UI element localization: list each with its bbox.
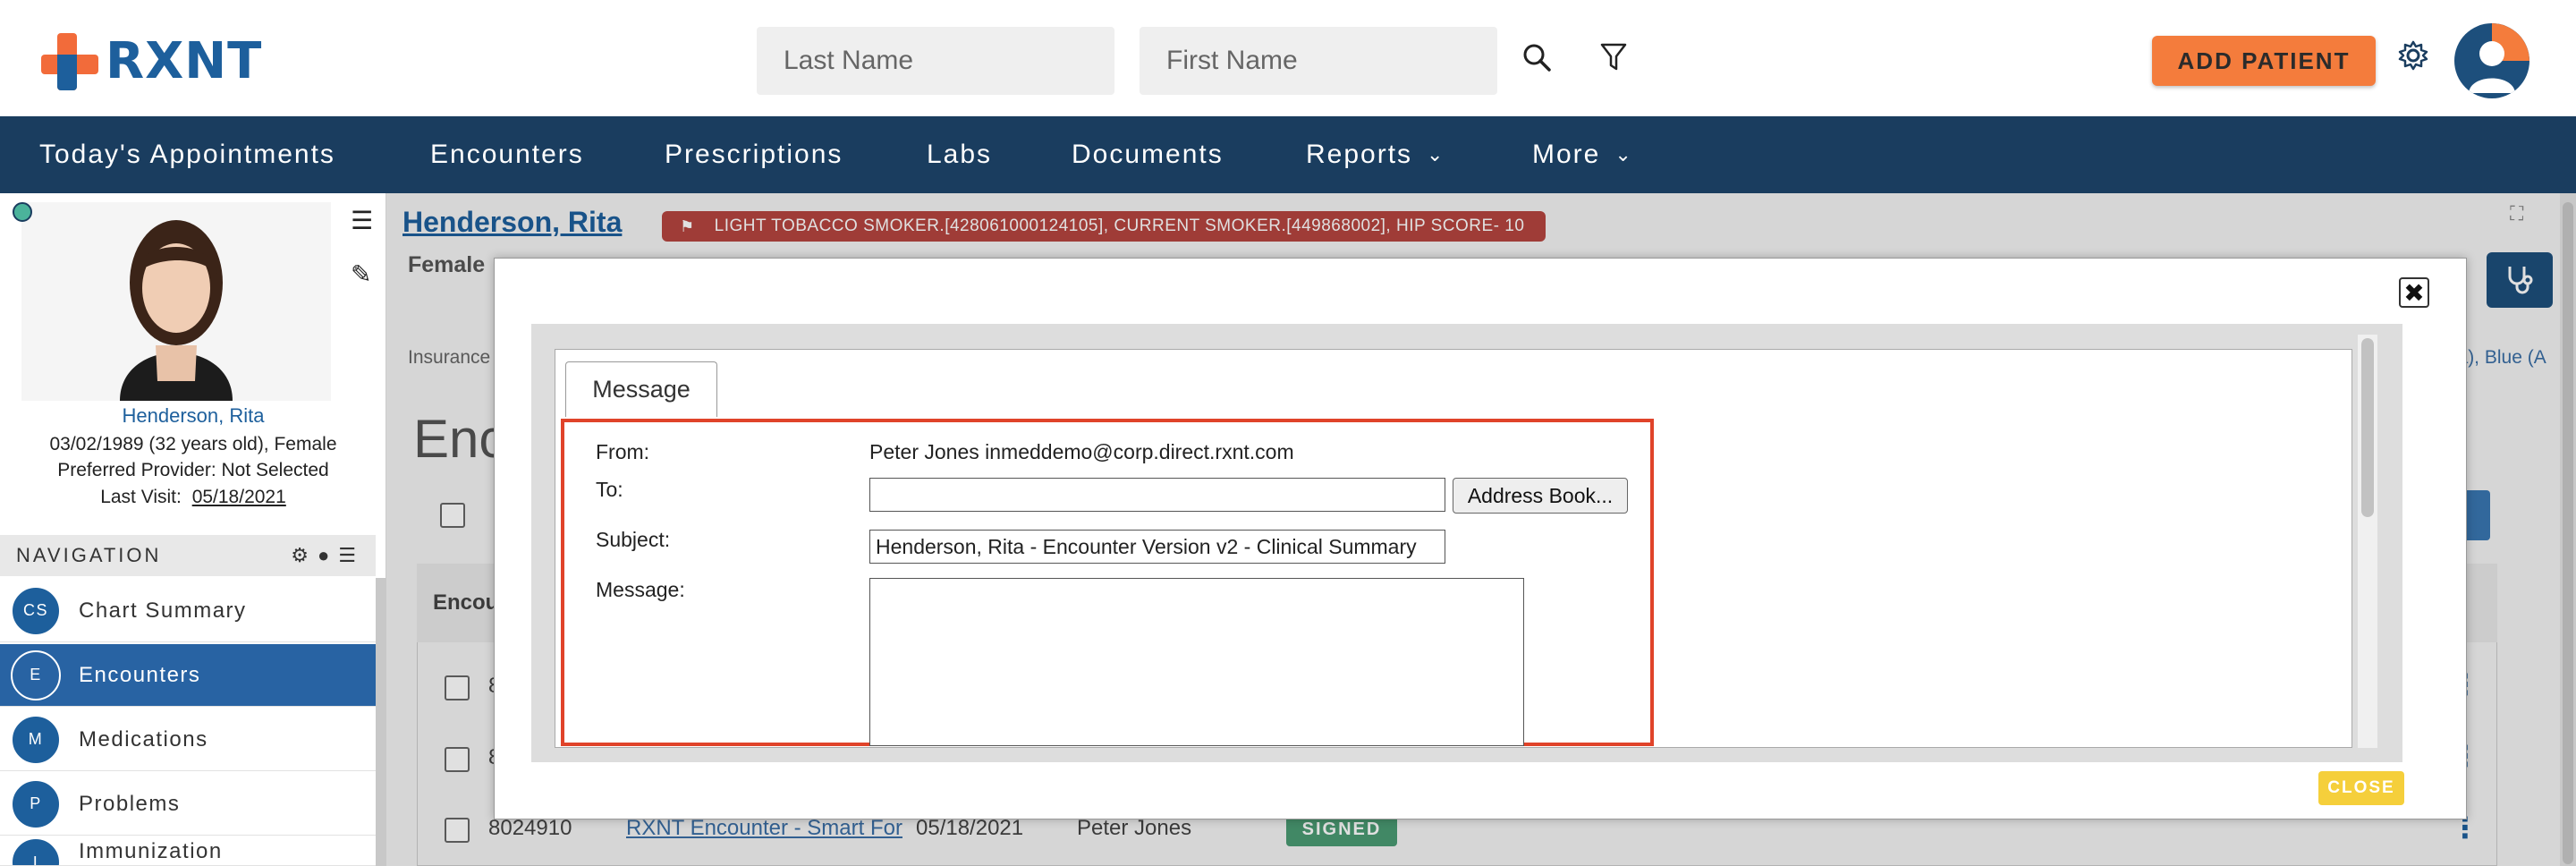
message-label: Message: [596,578,685,601]
list-icon[interactable]: ☰ [351,206,373,235]
nav-label: More [1532,140,1601,169]
sidebar-item-encounters[interactable]: E Encounters [0,644,376,707]
nav-badge: E [11,650,61,700]
nav-reports[interactable]: Reports ⌄ [1306,116,1445,193]
navigation-heading: NAVIGATION ⚙●☰ [0,535,376,576]
sidebar-item-label: Chart Summary [79,598,247,623]
tab-message[interactable]: Message [565,361,717,417]
sidebar-scrollbar[interactable] [376,578,386,866]
nav-badge: P [11,778,61,829]
message-textarea[interactable] [869,578,1524,746]
top-header: RXNT Last Name First Name ADD PATIENT [0,0,2576,116]
close-icon[interactable]: ✖ [2399,277,2429,308]
nav-badge: CS [11,585,61,636]
user-avatar[interactable] [2454,23,2529,98]
logo-text: RXNT [106,32,263,90]
patient-dob: 03/02/1989 (32 years old), Female [49,434,337,454]
to-field[interactable] [869,478,1445,512]
close-button[interactable]: CLOSE [2318,771,2404,805]
search-icon[interactable] [1517,38,1556,77]
address-book-button[interactable]: Address Book... [1453,478,1628,514]
nav-todays-appointments[interactable]: Today's Appointments [39,116,335,193]
filter-icon[interactable] [1594,38,1633,77]
nav-label: Documents [1072,140,1224,169]
nav-encounters[interactable]: Encounters [430,116,584,193]
nav-prescriptions[interactable]: Prescriptions [665,116,843,193]
edit-icon[interactable]: ✎ [351,259,371,289]
nav-label: Labs [927,140,993,169]
first-name-input[interactable]: First Name [1140,27,1497,95]
main-navbar: Today's Appointments Encounters Prescrip… [0,116,2576,193]
sidebar-item-label: Encounters [79,662,201,687]
sidebar-item-chart-summary[interactable]: CS Chart Summary [0,580,376,642]
chevron-down-icon: ⌄ [1427,143,1445,166]
subject-label: Subject: [596,528,671,551]
list-icon[interactable]: ☰ [338,544,365,566]
sidebar-item-label: Problems [79,791,181,816]
patient-photo [21,202,331,401]
sidebar-item-problems[interactable]: P Problems [0,773,376,836]
user-icon[interactable]: ● [318,544,338,566]
patient-name[interactable]: Henderson, Rita [0,404,386,428]
nav-labs[interactable]: Labs [927,116,992,193]
last-visit: Last Visit: 05/18/2021 [0,487,386,508]
logo-cross-icon [41,32,100,90]
last-visit-date[interactable]: 05/18/2021 [192,487,286,507]
to-label: To: [596,478,623,501]
settings-gear-icon[interactable] [2395,38,2431,73]
nav-label: Reports [1306,140,1413,169]
sidebar-item-medications[interactable]: M Medications [0,709,376,771]
modal-scrollbar[interactable] [2358,335,2377,748]
rxnt-logo[interactable]: RXNT [41,32,262,90]
last-visit-label: Last Visit: [100,487,182,507]
nav-label: Prescriptions [665,140,843,169]
gear-icon[interactable]: ⚙ [291,544,318,566]
add-patient-button[interactable]: ADD PATIENT [2152,36,2376,86]
navigation-tools: ⚙●☰ [291,544,365,567]
nav-badge: M [11,714,61,765]
from-value: Peter Jones inmeddemo@corp.direct.rxnt.c… [869,440,1294,463]
sidebar-item-immunization[interactable]: I Immunization [0,837,376,866]
preferred-provider: Preferred Provider: Not Selected [57,460,329,480]
nav-label: Today's Appointments [39,140,335,169]
subject-field[interactable]: Henderson, Rita - Encounter Version v2 -… [869,530,1445,564]
nav-badge: I [11,837,61,865]
nav-more[interactable]: More ⌄ [1532,116,1633,193]
sidebar-item-label: Immunization [79,839,223,863]
online-status-indicator [13,202,32,222]
navigation-title: NAVIGATION [16,544,162,566]
from-label: From: [596,440,650,463]
nav-documents[interactable]: Documents [1072,116,1224,193]
nav-label: Encounters [430,140,584,169]
sidebar-item-label: Medications [79,726,208,751]
last-name-input[interactable]: Last Name [757,27,1114,95]
chevron-down-icon: ⌄ [1614,143,1633,166]
